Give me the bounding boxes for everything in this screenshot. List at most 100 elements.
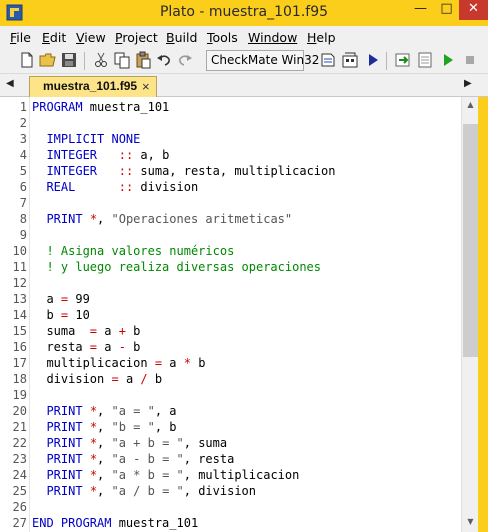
- code-line[interactable]: 25 PRINT *, "a / b = ", division: [13, 483, 335, 499]
- save-icon[interactable]: [60, 51, 78, 69]
- menu-tools[interactable]: Tools: [207, 30, 238, 45]
- line-number: 12: [12, 276, 27, 290]
- code-line[interactable]: 2: [20, 115, 335, 131]
- debug-run-icon[interactable]: [439, 51, 457, 69]
- code-line[interactable]: 14 b = 10: [13, 307, 335, 323]
- undo-icon[interactable]: [155, 51, 173, 69]
- code-line[interactable]: 6 REAL :: division: [20, 179, 335, 195]
- code-line[interactable]: 20 PRINT *, "a = ", a: [13, 403, 335, 419]
- line-number: 13: [12, 292, 27, 306]
- menu-help[interactable]: Help: [307, 30, 336, 45]
- scroll-up-icon[interactable]: ▲: [462, 100, 479, 109]
- menu-view[interactable]: View: [76, 30, 106, 45]
- line-number: 14: [12, 308, 27, 322]
- menu-build-key: B: [166, 30, 175, 45]
- code-token-id: 99: [68, 292, 90, 306]
- open-folder-icon[interactable]: [39, 51, 57, 69]
- code-line[interactable]: 17 multiplicacion = a * b: [13, 355, 335, 371]
- line-number: 15: [12, 324, 27, 338]
- code-token-id: [83, 212, 90, 226]
- code-token-str: "a / b = ": [111, 484, 184, 498]
- code-token-kw: PRINT: [46, 484, 83, 498]
- code-line[interactable]: 15 suma = a + b: [13, 323, 335, 339]
- code-line[interactable]: 18 division = a / b: [13, 371, 335, 387]
- menu-edit[interactable]: Edit: [42, 30, 66, 45]
- code-line[interactable]: 19: [13, 387, 335, 403]
- code-line[interactable]: 23 PRINT *, "a - b = ", resta: [13, 451, 335, 467]
- code-token-id: [83, 404, 90, 418]
- redo-icon[interactable]: [176, 51, 194, 69]
- code-line[interactable]: 16 resta = a - b: [13, 339, 335, 355]
- code-line[interactable]: 4 INTEGER :: a, b: [20, 147, 335, 163]
- code-line[interactable]: 11 ! y luego realiza diversas operacione…: [13, 259, 335, 275]
- step-over-icon[interactable]: [416, 51, 434, 69]
- title-bar: Plato - muestra_101.f95 — □ ✕: [0, 0, 488, 26]
- menu-window[interactable]: Window: [248, 30, 297, 45]
- toolbar-separator: [84, 52, 85, 70]
- menu-project[interactable]: Project: [115, 30, 158, 45]
- code-line[interactable]: 5 INTEGER :: suma, resta, multiplicacion: [20, 163, 336, 179]
- code-token-id: [97, 164, 119, 178]
- code-line[interactable]: 8 PRINT *, "Operaciones aritmeticas": [20, 211, 335, 227]
- cut-icon[interactable]: [92, 51, 110, 69]
- code-token-op: *: [89, 212, 98, 226]
- line-number: 23: [12, 452, 27, 466]
- code-line[interactable]: 27 END PROGRAM muestra_101: [13, 515, 335, 531]
- maximize-button[interactable]: □: [433, 0, 460, 20]
- code-line[interactable]: 26: [13, 499, 335, 515]
- line-number: 19: [12, 388, 27, 402]
- build-config-select[interactable]: CheckMate Win32: [206, 50, 319, 71]
- code-line[interactable]: 22 PRINT *, "a + b = ", suma: [13, 435, 335, 451]
- tab-scroll-left-icon[interactable]: ◀: [6, 78, 14, 89]
- copy-icon[interactable]: [113, 51, 131, 69]
- code-line[interactable]: 1 PROGRAM muestra_101: [20, 99, 335, 115]
- code-token-id: , division: [183, 484, 256, 498]
- code-token-id: [83, 420, 90, 434]
- build-icon[interactable]: [341, 51, 359, 69]
- code-area[interactable]: 1 PROGRAM muestra_101 2 3 IMPLICIT NONE 4 IN…: [13, 99, 336, 531]
- code-line[interactable]: 13 a = 99: [13, 291, 335, 307]
- new-file-icon[interactable]: [18, 51, 36, 69]
- code-line[interactable]: 9: [20, 227, 335, 243]
- tab-scroll-right-icon[interactable]: ▶: [464, 78, 472, 89]
- menu-window-rest: indow: [260, 30, 298, 45]
- code-token-id: b: [125, 324, 141, 338]
- code-editor[interactable]: 1 PROGRAM muestra_101 2 3 IMPLICIT NONE 4 IN…: [0, 97, 461, 532]
- code-token-op: =: [111, 372, 119, 386]
- scrollbar-thumb[interactable]: [463, 124, 478, 357]
- minimize-button[interactable]: —: [407, 0, 434, 20]
- code-token-op: =: [89, 340, 98, 354]
- code-line[interactable]: 3 IMPLICIT NONE: [20, 131, 335, 147]
- tab-close-icon[interactable]: ×: [142, 77, 150, 96]
- menu-view-rest: iew: [84, 30, 106, 45]
- code-token-op: ::: [118, 164, 134, 178]
- code-token-id: [97, 148, 119, 162]
- code-line[interactable]: 24 PRINT *, "a * b = ", multiplicacion: [13, 467, 335, 483]
- code-line[interactable]: 10 ! Asigna valores numéricos: [13, 243, 335, 259]
- vertical-scrollbar[interactable]: ▲ ▼: [461, 97, 478, 532]
- code-line[interactable]: 21 PRINT *, "b = ", b: [13, 419, 335, 435]
- code-token-id: ,: [97, 212, 112, 226]
- code-token-id: [32, 180, 46, 194]
- close-button[interactable]: ✕: [459, 0, 488, 20]
- code-line[interactable]: 7: [20, 195, 335, 211]
- scroll-down-icon[interactable]: ▼: [462, 517, 479, 526]
- code-token-id: division: [133, 180, 199, 194]
- line-number: 8: [19, 212, 27, 226]
- line-number: 17: [12, 356, 27, 370]
- run-icon[interactable]: [364, 51, 382, 69]
- code-line[interactable]: 12: [13, 275, 335, 291]
- paste-icon[interactable]: [134, 51, 152, 69]
- code-token-str: "a * b = ": [111, 468, 184, 482]
- stop-icon[interactable]: [461, 51, 479, 69]
- tab-muestra-101[interactable]: muestra_101.f95 ×: [29, 76, 157, 98]
- code-token-str: "Operaciones aritmeticas": [111, 212, 293, 226]
- code-token-op: *: [89, 452, 98, 466]
- menu-file[interactable]: File: [10, 30, 31, 45]
- compile-icon[interactable]: [319, 51, 337, 69]
- menu-build[interactable]: Build: [166, 30, 197, 45]
- step-into-icon[interactable]: [394, 51, 412, 69]
- code-token-id: [32, 244, 46, 258]
- code-token-op: *: [89, 420, 98, 434]
- line-number: 4: [19, 148, 27, 162]
